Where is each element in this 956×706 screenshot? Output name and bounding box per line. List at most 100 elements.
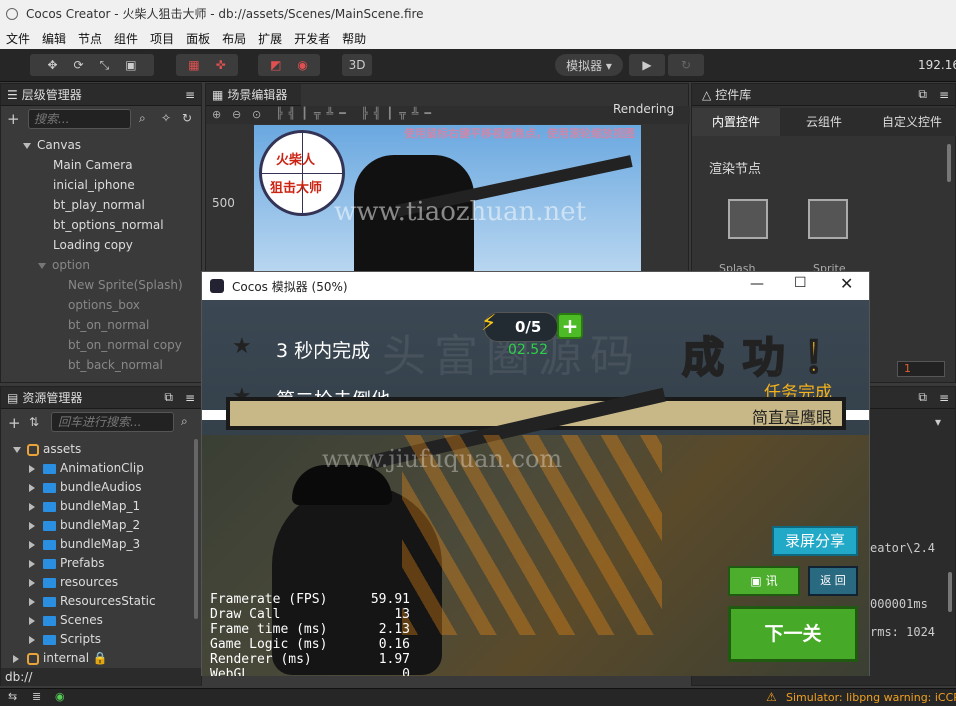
zoom-in-icon[interactable]: ⊕ — [212, 108, 221, 121]
hierarchy-search-input[interactable]: 搜索... — [28, 109, 131, 129]
asset-folder[interactable]: Scenes — [29, 613, 103, 627]
cocos-icon — [210, 279, 224, 293]
scrollbar[interactable] — [194, 439, 198, 619]
asset-folder[interactable]: AnimationClip — [29, 461, 144, 475]
menu-component[interactable]: 组件 — [108, 30, 144, 47]
rendering-label[interactable]: Rendering — [613, 102, 674, 116]
back-button[interactable]: 返 回 — [808, 566, 858, 596]
panel-menu-icon[interactable]: ≡ — [939, 391, 949, 405]
asset-folder[interactable]: bundleMap_3 — [29, 537, 140, 551]
search-icon[interactable]: ⌕ — [139, 111, 146, 126]
transform-tools: ✥ ⟳ ⤡ ▣ — [30, 54, 154, 76]
panel-menu-icon[interactable]: ≡ — [939, 88, 949, 102]
tree-node[interactable]: bt_back_normal — [68, 358, 163, 372]
asset-folder[interactable]: ResourcesStatic — [29, 594, 156, 608]
hierarchy-panel: ☰ 层级管理器 ≡ + 搜索... ⌕ ✧ ↻ Canvas Main Came… — [0, 83, 202, 383]
menu-edit[interactable]: 编辑 — [36, 30, 72, 47]
simulator-select[interactable]: 模拟器 ▾ — [555, 54, 623, 76]
add-energy-button[interactable]: + — [557, 313, 583, 339]
tab-custom[interactable]: 自定义控件 — [868, 108, 956, 136]
record-share-button[interactable]: 录屏分享 — [772, 526, 858, 556]
tree-node[interactable]: bt_options_normal — [53, 218, 164, 232]
minimize-icon[interactable]: — — [750, 276, 764, 292]
tab-builtin[interactable]: 内置控件 — [692, 108, 780, 136]
game-view[interactable]: 头富圈源码 ★ 3 秒内完成 ★ 第二枪击倒他 ⚡ 0/5 + 02.52 成 … — [202, 300, 869, 676]
asset-folder[interactable]: bundleMap_2 — [29, 518, 140, 532]
scale-tool-icon[interactable]: ⤡ — [100, 58, 110, 73]
refresh-tree-icon[interactable]: ↻ — [182, 111, 192, 125]
menu-help[interactable]: 帮助 — [336, 30, 372, 47]
menu-extension[interactable]: 扩展 — [252, 30, 288, 47]
asset-folder[interactable]: bundleAudios — [29, 480, 142, 494]
tree-node[interactable]: bt_on_normal — [68, 318, 149, 332]
tree-node[interactable]: inicial_iphone — [53, 178, 135, 192]
menu-project[interactable]: 项目 — [144, 30, 180, 47]
popout-icon[interactable]: ⧉ — [164, 390, 173, 405]
search-icon[interactable]: ⌕ — [181, 414, 188, 429]
ip-address: 192.16 — [918, 58, 956, 72]
tree-node[interactable]: bt_play_normal — [53, 198, 145, 212]
align-icons[interactable]: ╠╣┃╦╩━ ╠╣┃╦╩━ — [276, 107, 437, 120]
menu-node[interactable]: 节点 — [72, 30, 108, 47]
preview-eye-icon[interactable]: ◉ — [55, 690, 65, 703]
local-icon[interactable]: ✜ — [216, 58, 226, 72]
pivot-icon[interactable]: ▦ — [188, 58, 199, 72]
add-asset-icon[interactable]: + — [8, 414, 21, 432]
next-level-button[interactable]: 下一关 — [728, 606, 858, 662]
asset-folder[interactable]: resources — [29, 575, 118, 589]
add-node-icon[interactable]: + — [7, 110, 20, 128]
small-button-1[interactable]: ▣ 讯 — [728, 566, 800, 596]
gizmo-rect-icon[interactable]: ◩ — [270, 58, 281, 72]
zoom-reset-icon[interactable]: ⊙ — [252, 108, 261, 121]
locate-icon[interactable]: ✧ — [161, 111, 171, 125]
refresh-button[interactable]: ↻ — [668, 54, 704, 76]
folder-icon — [43, 482, 56, 493]
rotate-tool-icon[interactable]: ⟳ — [74, 58, 84, 72]
asset-folder[interactable]: Scripts — [29, 632, 101, 646]
asset-internal[interactable]: internal 🔒 — [13, 651, 108, 665]
tab-cloud[interactable]: 云组件 — [780, 108, 868, 136]
tree-node[interactable]: options_box — [68, 298, 140, 312]
menu-developer[interactable]: 开发者 — [288, 30, 336, 47]
tree-node-option[interactable]: option — [38, 258, 90, 272]
menu-layout[interactable]: 布局 — [216, 30, 252, 47]
status-bar: ⇆ ≣ ◉ ⚠ Simulator: libpng warning: iCCP — [0, 688, 956, 706]
scrollbar[interactable] — [948, 572, 952, 612]
scene-canvas[interactable]: 火柴人 狙击大师 使用鼠标右键平移视窗焦点，使用滚轮缩放视图 www.tiaoz… — [254, 125, 641, 272]
zoom-out-icon[interactable]: ⊖ — [232, 108, 241, 121]
panel-menu-icon[interactable]: ≡ — [185, 88, 195, 102]
panel-menu-icon[interactable]: ≡ — [185, 391, 195, 405]
popout-icon[interactable]: ⧉ — [918, 87, 927, 102]
sprite-widget-icon[interactable] — [808, 199, 848, 239]
play-button[interactable]: ▶ — [629, 54, 665, 76]
tree-node[interactable]: Loading copy — [53, 238, 133, 252]
sort-icon[interactable]: ⇅ — [29, 415, 39, 429]
asset-root[interactable]: assets — [13, 442, 81, 456]
menu-file[interactable]: 文件 — [0, 30, 36, 47]
close-icon[interactable]: ✕ — [840, 274, 853, 293]
scrollbar[interactable] — [947, 144, 951, 182]
collapse-icon[interactable]: ▾ — [935, 415, 941, 429]
simulator-window: Cocos 模拟器 (50%) — ☐ ✕ 头富圈源码 ★ 3 秒内完成 ★ 第… — [201, 271, 870, 676]
splash-widget-icon[interactable] — [728, 199, 768, 239]
property-input[interactable]: 1 — [897, 361, 945, 377]
rect-tool-icon[interactable]: ▣ — [125, 58, 136, 72]
asset-folder[interactable]: bundleMap_1 — [29, 499, 140, 513]
energy-counter: ⚡ 0/5 — [481, 311, 558, 342]
tree-node[interactable]: bt_on_normal copy — [68, 338, 182, 352]
asset-folder[interactable]: Prefabs — [29, 556, 105, 570]
maximize-icon[interactable]: ☐ — [794, 275, 807, 291]
assets-search-input[interactable]: 回车进行搜索... — [51, 412, 174, 432]
tree-node[interactable]: Main Camera — [53, 158, 133, 172]
menu-panel[interactable]: 面板 — [180, 30, 216, 47]
tree-node-canvas[interactable]: Canvas — [23, 138, 81, 152]
status-warning-text[interactable]: Simulator: libpng warning: iCCP — [786, 691, 956, 704]
move-tool-icon[interactable]: ✥ — [47, 58, 57, 72]
gizmo-record-icon[interactable]: ◉ — [297, 58, 307, 72]
scene-watermark: www.tiaozhuan.net — [334, 197, 587, 227]
star-icon: ★ — [232, 334, 252, 359]
hierarchy-icon: ☰ — [7, 87, 18, 102]
mode-3d-button[interactable]: 3D — [342, 54, 372, 76]
popout-icon[interactable]: ⧉ — [918, 390, 927, 405]
tree-node[interactable]: New Sprite(Splash) — [68, 278, 183, 292]
